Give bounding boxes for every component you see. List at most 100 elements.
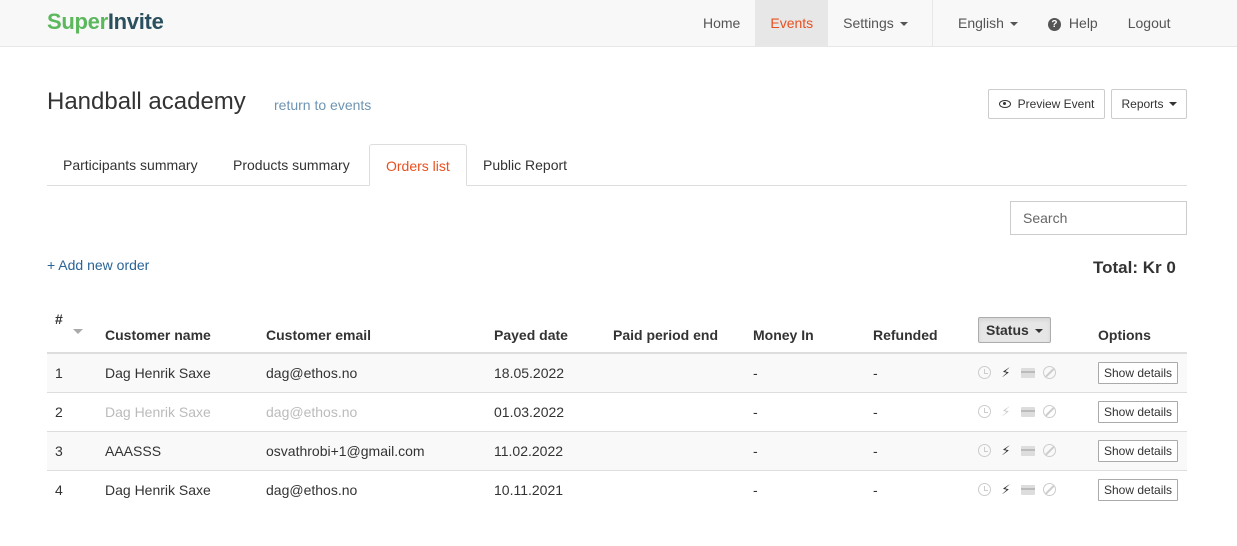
cell-refunded: - — [865, 391, 970, 431]
eye-icon — [998, 100, 1011, 108]
col-header-refunded[interactable]: Refunded — [865, 307, 970, 354]
nav-help-label: Help — [1068, 15, 1098, 31]
preview-event-button[interactable]: Preview Event — [988, 89, 1105, 119]
table-row: 2 Dag Henrik Saxe dag@ethos.no 01.03.2022 - -… — [47, 391, 1187, 431]
reports-button[interactable]: Reports — [1111, 89, 1187, 119]
event-tabs: Participants summary Products summary Or… — [47, 144, 1187, 186]
tab-products-summary[interactable]: Products summary — [217, 144, 366, 186]
nav-language[interactable]: English — [943, 0, 1033, 47]
cell-customer-email: dag@ethos.no — [258, 353, 486, 392]
col-header-payed[interactable]: Payed date — [486, 307, 605, 354]
cell-status: ⚡︎ — [970, 469, 1090, 509]
table-row: 3 AAASSS osvathrobi+1@gmail.com 11.02.2022 -… — [47, 430, 1187, 470]
cell-customer-name: AAASSS — [97, 430, 258, 470]
add-new-order-link[interactable]: + Add new order — [47, 257, 149, 273]
credit-card-icon — [1021, 484, 1035, 495]
logo-part-1: Super — [47, 9, 108, 34]
bolt-icon: ⚡︎ — [1001, 442, 1011, 458]
logo-part-2: Invite — [107, 9, 164, 34]
superinvite-logo[interactable]: SuperInvite — [47, 9, 164, 35]
clock-icon — [978, 366, 991, 380]
col-header-money[interactable]: Money In — [745, 307, 865, 354]
nav-home[interactable]: Home — [688, 0, 755, 47]
cancel-icon — [1043, 444, 1056, 457]
cell-status: ⚡︎ — [970, 391, 1090, 431]
col-header-status: Status — [970, 307, 1090, 354]
cell-money-in: - — [745, 391, 865, 431]
nav-settings-label: Settings — [843, 15, 894, 31]
order-total: Total: Kr 0 — [1093, 258, 1176, 277]
cancel-icon — [1043, 366, 1056, 380]
main-nav: Home Events Settings — [688, 0, 923, 47]
cell-refunded: - — [865, 353, 970, 392]
return-to-events-link[interactable]: return to events — [274, 97, 371, 113]
cancel-icon — [1043, 405, 1056, 418]
nav-settings[interactable]: Settings — [828, 0, 923, 47]
cell-paid-period-end — [605, 430, 745, 470]
nav-divider — [932, 0, 933, 47]
chevron-down-icon — [1168, 102, 1177, 106]
status-icons: ⚡︎ — [978, 442, 1082, 458]
nav-help[interactable]: ? Help — [1033, 0, 1113, 47]
chevron-down-icon — [1009, 22, 1018, 27]
cell-num: 4 — [47, 469, 97, 509]
tab-participants-summary[interactable]: Participants summary — [47, 144, 214, 186]
preview-event-label: Preview Event — [1017, 97, 1095, 111]
cell-num: 2 — [47, 391, 97, 431]
cell-paid-period-end — [605, 353, 745, 392]
cell-money-in: - — [745, 353, 865, 392]
table-row: 4 Dag Henrik Saxe dag@ethos.no 10.11.2021 - -… — [47, 469, 1187, 509]
cell-refunded: - — [865, 469, 970, 509]
col-header-name[interactable]: Customer name — [97, 307, 258, 354]
cell-money-in: - — [745, 469, 865, 509]
clock-icon — [978, 405, 991, 418]
cancel-icon — [1043, 483, 1056, 497]
col-header-email[interactable]: Customer email — [258, 307, 486, 354]
cell-payed-date: 01.03.2022 — [486, 391, 605, 431]
reports-label: Reports — [1121, 97, 1164, 111]
cell-customer-name: Dag Henrik Saxe — [97, 353, 258, 392]
show-details-button[interactable]: Show details — [1098, 439, 1179, 462]
status-icons: ⚡︎ — [978, 364, 1082, 380]
cell-paid-period-end — [605, 391, 745, 431]
cell-num: 1 — [47, 353, 97, 392]
cell-status: ⚡︎ — [970, 430, 1090, 470]
cell-refunded: - — [865, 430, 970, 470]
show-details-button[interactable]: Show details — [1098, 478, 1179, 501]
page-title: Handball academy — [47, 88, 246, 115]
credit-card-icon — [1021, 367, 1035, 378]
col-header-period[interactable]: Paid period end — [605, 307, 745, 354]
chevron-down-icon — [899, 22, 908, 27]
nav-logout[interactable]: Logout — [1113, 0, 1186, 47]
orders-table: # Customer name Customer email Payed dat… — [47, 307, 1187, 509]
show-details-button[interactable]: Show details — [1098, 361, 1179, 384]
cell-customer-name: Dag Henrik Saxe — [97, 469, 258, 509]
chevron-down-icon — [1034, 329, 1043, 334]
tab-public-report[interactable]: Public Report — [467, 144, 583, 186]
col-header-num-label: # — [55, 311, 63, 327]
col-header-num[interactable]: # — [47, 307, 97, 354]
search-input[interactable] — [1010, 201, 1187, 235]
cell-money-in: - — [745, 430, 865, 470]
cell-status: ⚡︎ — [970, 353, 1090, 392]
bolt-icon: ⚡︎ — [1001, 403, 1011, 419]
cell-payed-date: 18.05.2022 — [486, 353, 605, 392]
clock-icon — [978, 444, 991, 457]
status-filter-label: Status — [986, 322, 1029, 338]
show-details-button[interactable]: Show details — [1098, 400, 1179, 423]
table-header-row: # Customer name Customer email Payed dat… — [47, 307, 1187, 354]
bolt-icon: ⚡︎ — [1001, 364, 1011, 380]
tab-orders-list[interactable]: Orders list — [369, 144, 467, 186]
top-navbar: SuperInvite Home Events Settings English… — [0, 0, 1237, 47]
col-header-options: Options — [1090, 307, 1187, 354]
bolt-icon: ⚡︎ — [1001, 481, 1011, 497]
cell-num: 3 — [47, 430, 97, 470]
nav-events[interactable]: Events — [755, 0, 829, 47]
cell-customer-email: dag@ethos.no — [258, 469, 486, 509]
status-icons: ⚡︎ — [978, 481, 1082, 497]
status-filter-button[interactable]: Status — [978, 317, 1051, 343]
cell-payed-date: 10.11.2021 — [486, 469, 605, 509]
credit-card-icon — [1021, 445, 1035, 456]
cell-paid-period-end — [605, 469, 745, 509]
user-nav: English ? Help Logout — [943, 0, 1186, 47]
